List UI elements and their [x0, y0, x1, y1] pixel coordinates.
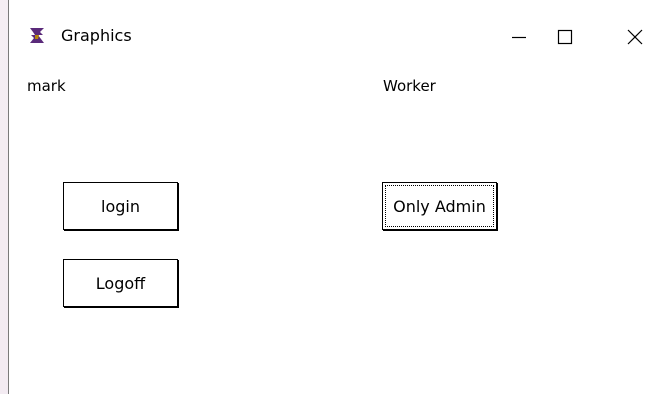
app-icon	[30, 28, 44, 43]
maximize-icon	[557, 29, 573, 45]
logoff-button-label: Logoff	[95, 273, 146, 293]
login-button-label: login	[101, 196, 140, 216]
login-button[interactable]: login	[63, 182, 178, 230]
close-button[interactable]	[611, 20, 657, 52]
role-label: Worker	[383, 77, 436, 95]
maximize-button[interactable]	[541, 20, 587, 52]
minimize-button[interactable]	[495, 20, 541, 52]
app-window: Graphics mark Worker login Logoff Only A…	[8, 0, 664, 394]
logoff-button[interactable]: Logoff	[63, 259, 178, 307]
title-bar[interactable]: Graphics	[9, 0, 664, 72]
only-admin-button[interactable]: Only Admin	[382, 182, 497, 230]
only-admin-button-label: Only Admin	[393, 196, 486, 216]
close-icon	[627, 29, 643, 45]
minimize-icon	[512, 36, 526, 39]
window-title: Graphics	[61, 26, 132, 45]
user-label: mark	[27, 77, 66, 95]
